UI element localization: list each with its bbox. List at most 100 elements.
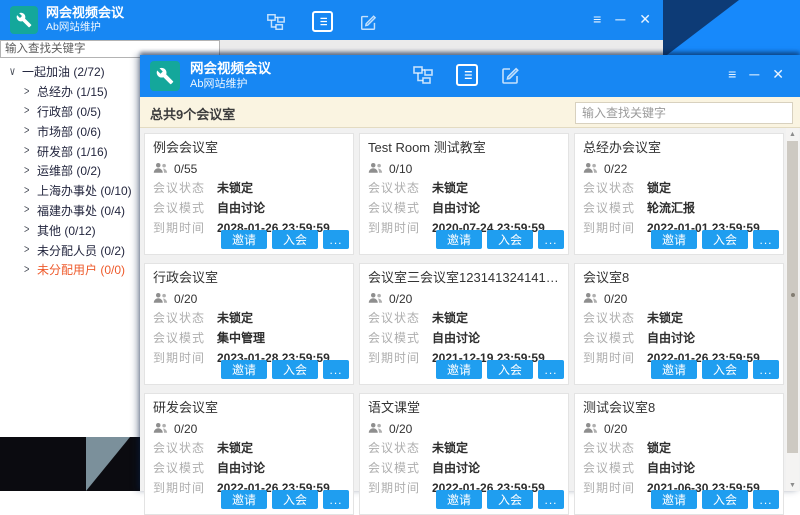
close-button[interactable]: ✕ [772,67,784,81]
mode-value: 自由讨论 [432,331,480,346]
tree-item[interactable]: > 未分配人员 (0/2) [8,240,138,260]
room-title: Test Room 测试教室 [368,139,560,157]
list-icon[interactable] [312,11,333,32]
room-capacity: 0/20 [368,291,560,306]
tree-item[interactable]: > 其他 (0/12) [8,220,138,240]
close-button[interactable]: ✕ [639,12,651,26]
edit-icon[interactable] [500,64,522,86]
more-button[interactable]: ... [753,490,779,509]
invite-button[interactable]: 邀请 [221,490,267,509]
meeting-room-card: 总经办会议室 0/22 会议状态锁定 会议模式轮流汇报 到期时间2022-01-… [574,133,784,255]
status-value: 未锁定 [217,441,253,456]
more-button[interactable]: ... [323,490,349,509]
rooms-search-input[interactable] [575,102,793,124]
status-label: 会议状态 [368,441,426,456]
chevron-right-icon: > [24,264,36,277]
more-button[interactable]: ... [323,230,349,249]
join-button[interactable]: 入会 [272,360,318,379]
foreground-titlebar: 网会视频会议 Ab网站维护 ≡ ─ ✕ [140,55,800,97]
tree-item-label: 上海办事处 (0/10) [37,182,132,199]
more-button[interactable]: ... [538,360,564,379]
invite-button[interactable]: 邀请 [221,360,267,379]
participant-count: 0/20 [174,422,197,436]
more-button[interactable]: ... [753,230,779,249]
mode-label: 会议模式 [368,461,426,476]
participant-count: 0/20 [604,292,627,306]
join-button[interactable]: 入会 [487,360,533,379]
invite-button[interactable]: 邀请 [651,230,697,249]
scroll-down-icon[interactable]: ▼ [786,479,799,491]
people-icon [153,161,168,177]
mode-value: 自由讨论 [432,201,480,216]
tree-item-label: 市场部 (0/6) [37,123,101,140]
join-button[interactable]: 入会 [702,490,748,509]
join-button[interactable]: 入会 [702,230,748,249]
list-icon[interactable] [456,64,478,86]
meeting-room-card: 行政会议室 0/20 会议状态未锁定 会议模式集中管理 到期时间2023-01-… [144,263,354,385]
status-label: 会议状态 [368,181,426,196]
join-button[interactable]: 入会 [702,360,748,379]
more-button[interactable]: ... [538,490,564,509]
tree-item[interactable]: > 未分配用户 (0/0) [8,260,138,280]
status-value: 未锁定 [217,311,253,326]
tree-item-label: 研发部 (1/16) [37,143,108,160]
tree-item[interactable]: > 福建办事处 (0/4) [8,201,138,221]
expire-label: 到期时间 [583,351,641,366]
invite-button[interactable]: 邀请 [651,490,697,509]
scrollbar: ▲ ▼ [786,128,799,491]
mode-value: 自由讨论 [647,331,695,346]
status-label: 会议状态 [153,311,211,326]
scroll-up-icon[interactable]: ▲ [786,128,799,140]
invite-button[interactable]: 邀请 [436,230,482,249]
card-buttons: 邀请 入会 ... [221,360,349,379]
minimize-button[interactable]: ─ [615,12,625,26]
tree-item[interactable]: > 市场部 (0/6) [8,121,138,141]
mode-label: 会议模式 [583,461,641,476]
mode-value: 自由讨论 [217,201,265,216]
join-button[interactable]: 入会 [272,230,318,249]
minimize-button[interactable]: ─ [749,67,759,81]
edit-icon[interactable] [359,12,379,32]
more-button[interactable]: ... [753,360,779,379]
menu-button[interactable]: ≡ [593,12,601,26]
card-buttons: 邀请 入会 ... [436,490,564,509]
tree-item[interactable]: > 总经办 (1/15) [8,82,138,102]
join-button[interactable]: 入会 [487,230,533,249]
tree-item-label: 总经办 (1/15) [37,83,108,100]
more-button[interactable]: ... [323,360,349,379]
tree-item[interactable]: > 运维部 (0/2) [8,161,138,181]
invite-button[interactable]: 邀请 [436,490,482,509]
scrollbar-thumb[interactable] [787,141,798,453]
join-button[interactable]: 入会 [272,490,318,509]
status-label: 会议状态 [153,441,211,456]
chevron-right-icon: > [24,224,36,237]
tree-item-label: 运维部 (0/2) [37,162,101,179]
invite-button[interactable]: 邀请 [436,360,482,379]
more-button[interactable]: ... [538,230,564,249]
mode-value: 自由讨论 [217,461,265,476]
tree-root-item[interactable]: ∨ 一起加油 (2/72) [8,62,138,82]
expire-label: 到期时间 [153,221,211,236]
room-capacity: 0/20 [583,291,775,306]
meeting-room-card: 会议室8 0/20 会议状态未锁定 会议模式自由讨论 到期时间2022-01-2… [574,263,784,385]
room-title: 会议室三会议室123141324141三会... [368,269,560,287]
chevron-right-icon: > [24,244,36,257]
tree-item[interactable]: > 研发部 (1/16) [8,141,138,161]
invite-button[interactable]: 邀请 [651,360,697,379]
org-chart-icon[interactable] [412,64,434,86]
menu-button[interactable]: ≡ [728,67,736,81]
org-tree: ∨ 一起加油 (2/72) > 总经办 (1/15) > 行政部 (0/5) >… [8,62,138,280]
status-value: 锁定 [647,181,671,196]
join-button[interactable]: 入会 [487,490,533,509]
tree-item[interactable]: > 行政部 (0/5) [8,102,138,122]
org-chart-icon[interactable] [266,12,286,32]
invite-button[interactable]: 邀请 [221,230,267,249]
room-title: 研发会议室 [153,399,345,417]
tree-item[interactable]: > 上海办事处 (0/10) [8,181,138,201]
expire-label: 到期时间 [368,221,426,236]
room-title: 行政会议室 [153,269,345,287]
status-label: 会议状态 [153,181,211,196]
chevron-right-icon: > [24,125,36,138]
tree-item-label: 未分配用户 (0/0) [37,261,125,278]
expire-label: 到期时间 [153,481,211,496]
